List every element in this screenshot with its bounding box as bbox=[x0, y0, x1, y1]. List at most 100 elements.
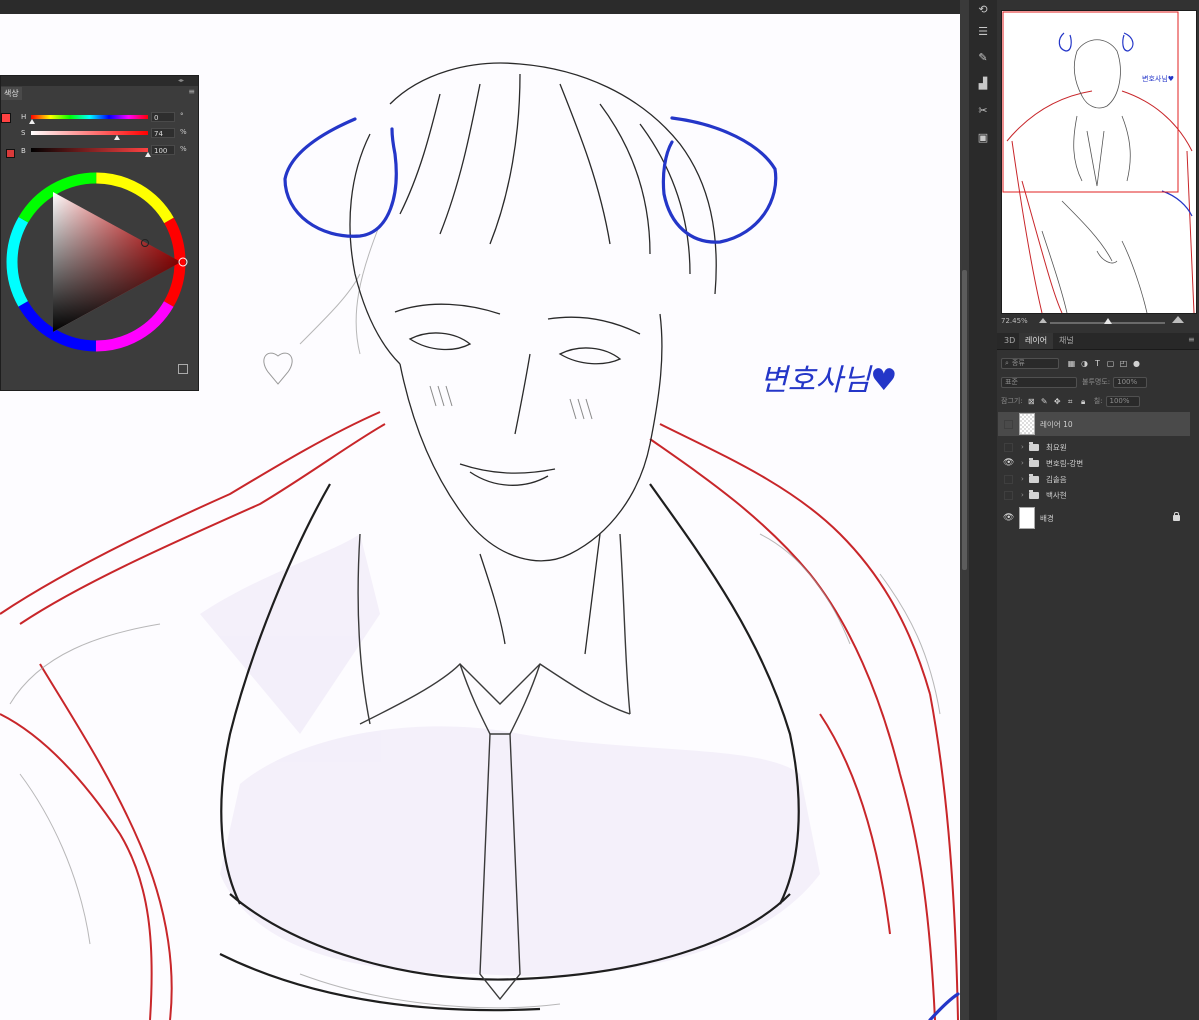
filter-toggle-icon[interactable]: ● bbox=[1132, 359, 1141, 368]
layers-panel-menu-icon[interactable]: ≡ bbox=[1188, 335, 1195, 344]
foreground-swatch[interactable] bbox=[1, 113, 11, 123]
adjustment-filter-icon[interactable]: ◑ bbox=[1080, 359, 1089, 368]
tab-channels[interactable]: 채널 bbox=[1053, 333, 1080, 349]
hue-slider[interactable] bbox=[31, 115, 148, 119]
lock-fill-row: 잠그기: ⊠ ✎ ✥ ⌗ 🔒︎ 칠: 100% bbox=[1001, 394, 1140, 408]
eye-icon[interactable]: 👁︎ bbox=[1003, 458, 1014, 468]
layer-name[interactable]: 배경 bbox=[1040, 513, 1054, 524]
layer-thumbnail bbox=[1019, 507, 1035, 529]
visibility-toggle[interactable] bbox=[1004, 443, 1013, 452]
layer-row-group[interactable]: › 백사현 bbox=[998, 487, 1190, 503]
folder-icon bbox=[1029, 458, 1039, 467]
saturation-slider[interactable] bbox=[31, 131, 148, 135]
fill-label: 칠: bbox=[1093, 397, 1103, 405]
kind-filter-value: 종류 bbox=[1011, 359, 1025, 367]
layer-name[interactable]: 레이어 10 bbox=[1040, 419, 1073, 430]
scrollbar-thumb[interactable] bbox=[962, 270, 967, 570]
folder-icon bbox=[1029, 442, 1039, 451]
hue-knob[interactable] bbox=[29, 119, 35, 124]
layer-row-group[interactable]: 👁︎ › 변호림-강변 bbox=[998, 455, 1190, 471]
chevron-right-icon[interactable]: › bbox=[1021, 443, 1024, 451]
tool-presets-icon[interactable]: ✂ bbox=[974, 101, 992, 119]
clone-stamp-icon[interactable]: ▟ bbox=[974, 74, 992, 92]
shape-filter-icon[interactable]: ▢ bbox=[1106, 359, 1115, 368]
fill-field[interactable]: 100% bbox=[1105, 395, 1140, 407]
h-label: H bbox=[21, 113, 27, 121]
opacity-field[interactable]: 100% bbox=[1113, 376, 1148, 388]
h-value-field[interactable]: 0 bbox=[151, 112, 175, 122]
background-swatch[interactable] bbox=[6, 149, 15, 158]
adjustments-icon[interactable]: ☰ bbox=[974, 22, 992, 40]
layer-row-background[interactable]: 👁︎ 배경 bbox=[998, 506, 1190, 530]
blend-mode-value: 표준 bbox=[1005, 378, 1018, 386]
color-panel: ◂▸ 색상 ≡ H 0 ° S 74 % B 100 % bbox=[0, 75, 199, 391]
folder-icon bbox=[1029, 490, 1039, 499]
zoom-slider-knob[interactable] bbox=[1104, 318, 1112, 324]
b-value-field[interactable]: 100 bbox=[151, 145, 175, 155]
collapse-arrows-icon[interactable]: ◂▸ bbox=[178, 77, 184, 84]
tab-layers[interactable]: 레이어 bbox=[1019, 333, 1054, 349]
layer-filter-row: ⌕ 종류 ▦ ◑ T ▢ ◰ ● bbox=[1001, 356, 1141, 370]
h-unit: ° bbox=[180, 112, 184, 120]
layer-thumbnail bbox=[1019, 413, 1035, 435]
blend-mode-select[interactable]: 표준 bbox=[1001, 376, 1077, 388]
color-panel-tab[interactable]: 색상 bbox=[1, 87, 22, 100]
navigator-thumbnail[interactable]: 변호사님♥ bbox=[1001, 10, 1197, 314]
opacity-value: 100% bbox=[1117, 378, 1138, 386]
navigator-preview: 변호사님♥ bbox=[1002, 11, 1195, 313]
b-unit: % bbox=[180, 145, 187, 153]
zoom-level[interactable]: 72.45% bbox=[1001, 317, 1028, 325]
panel-icon-strip bbox=[969, 0, 998, 1020]
navigator-handwritten-note: 변호사님♥ bbox=[1142, 74, 1174, 83]
new-swatch-icon[interactable] bbox=[178, 364, 188, 374]
saturation-knob[interactable] bbox=[114, 135, 120, 140]
layer-name[interactable]: 백사현 bbox=[1046, 490, 1067, 501]
type-filter-icon[interactable]: T bbox=[1093, 359, 1102, 368]
lock-artboard-icon[interactable]: ⌗ bbox=[1066, 397, 1075, 406]
zoom-in-icon[interactable] bbox=[1172, 316, 1184, 323]
lock-icon bbox=[1173, 512, 1180, 521]
layer-name[interactable]: 변호림-강변 bbox=[1046, 458, 1083, 469]
visibility-toggle[interactable] bbox=[1004, 475, 1013, 484]
handwritten-note: 변호사님♥ bbox=[760, 363, 897, 398]
color-wheel[interactable] bbox=[1, 164, 198, 359]
layer-row-layer10[interactable]: 레이어 10 bbox=[998, 412, 1190, 436]
panel-menu-icon[interactable]: ≡ bbox=[188, 87, 195, 96]
kind-filter-select[interactable]: ⌕ 종류 bbox=[1001, 357, 1059, 369]
layer-name[interactable]: 김솔음 bbox=[1046, 474, 1067, 485]
s-value-field[interactable]: 74 bbox=[151, 128, 175, 138]
visibility-toggle[interactable] bbox=[1004, 491, 1013, 500]
search-icon: ⌕ bbox=[1005, 358, 1009, 367]
brush-settings-icon[interactable]: ✎ bbox=[974, 48, 992, 66]
visibility-toggle[interactable] bbox=[1004, 420, 1013, 429]
layer-row-group[interactable]: › 최요원 bbox=[998, 439, 1190, 455]
layer-name[interactable]: 최요원 bbox=[1046, 442, 1067, 453]
s-label: S bbox=[21, 129, 26, 137]
layer-row-group[interactable]: › 김솔음 bbox=[998, 471, 1190, 487]
chevron-right-icon[interactable]: › bbox=[1021, 491, 1024, 499]
chevron-right-icon[interactable]: › bbox=[1021, 475, 1024, 483]
fill-value: 100% bbox=[1109, 397, 1130, 405]
eye-icon[interactable]: 👁︎ bbox=[1003, 513, 1014, 523]
pixel-filter-icon[interactable]: ▦ bbox=[1067, 359, 1076, 368]
folder-icon bbox=[1029, 474, 1039, 483]
lock-image-icon[interactable]: ✎ bbox=[1040, 397, 1049, 406]
navigator-view-box[interactable] bbox=[1002, 11, 1179, 193]
lock-transparent-icon[interactable]: ⊠ bbox=[1027, 397, 1036, 406]
color-panel-header[interactable] bbox=[1, 76, 198, 86]
b-label: B bbox=[21, 147, 26, 155]
lock-all-icon[interactable]: 🔒︎ bbox=[1079, 397, 1088, 406]
brightness-slider[interactable] bbox=[31, 148, 148, 152]
chevron-right-icon[interactable]: › bbox=[1021, 459, 1024, 467]
s-unit: % bbox=[180, 128, 187, 136]
blend-opacity-row: 표준 불투명도: 100% bbox=[1001, 375, 1148, 389]
zoom-out-icon[interactable] bbox=[1039, 318, 1047, 323]
tab-3d[interactable]: 3D bbox=[998, 333, 1021, 349]
lock-label: 잠그기: bbox=[1001, 397, 1023, 405]
lock-position-icon[interactable]: ✥ bbox=[1053, 397, 1062, 406]
smart-object-filter-icon[interactable]: ◰ bbox=[1119, 359, 1128, 368]
document-topbar bbox=[0, 0, 960, 15]
history-icon[interactable]: ⟲ bbox=[974, 0, 992, 18]
opacity-label: 불투명도: bbox=[1082, 378, 1111, 386]
glyphs-icon[interactable]: ▣ bbox=[974, 128, 992, 146]
